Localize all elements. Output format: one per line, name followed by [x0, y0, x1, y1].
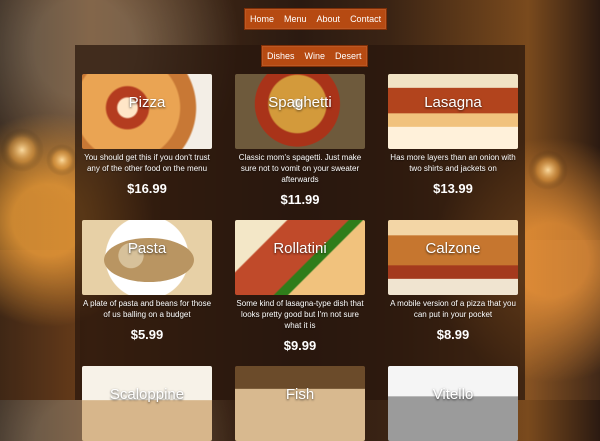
food-title: Rollatini — [273, 240, 327, 257]
food-image: Pasta — [82, 220, 212, 295]
food-price: $16.99 — [127, 181, 167, 196]
food-price: $8.99 — [436, 327, 470, 342]
food-image: Spaghetti — [235, 74, 365, 149]
food-image: Calzone — [388, 220, 518, 295]
subnav-dishes[interactable]: Dishes — [262, 46, 300, 66]
food-image: Pizza — [82, 74, 212, 149]
food-price: $13.99 — [433, 181, 473, 196]
pendant-light — [0, 128, 44, 172]
menu-item-pasta[interactable]: Pasta A plate of pasta and beans for tho… — [82, 220, 212, 342]
food-image: Scaloppine — [82, 366, 212, 441]
nav-about[interactable]: About — [312, 9, 346, 29]
food-title: Vitello — [432, 386, 474, 403]
warm-wall — [0, 250, 80, 400]
food-description: Classic mom's spagetti. Just make sure n… — [238, 153, 362, 184]
food-price: $11.99 — [280, 192, 320, 207]
menu-item-rollatini[interactable]: Rollatini Some kind of lasagna-type dish… — [235, 220, 365, 353]
subnav-wine[interactable]: Wine — [300, 46, 331, 66]
nav-menu[interactable]: Menu — [279, 9, 312, 29]
food-image: Vitello — [388, 366, 518, 441]
food-title: Lasagna — [424, 94, 482, 111]
nav-contact[interactable]: Contact — [345, 9, 386, 29]
pendant-light — [46, 144, 78, 176]
menu-item-spaghetti[interactable]: Spaghetti Classic mom's spagetti. Just m… — [235, 74, 365, 207]
food-image: Lasagna — [388, 74, 518, 149]
food-title: Fish — [285, 386, 315, 403]
menu-item-vitello[interactable]: Vitello — [388, 366, 518, 441]
nav-home[interactable]: Home — [245, 9, 279, 29]
food-title: Spaghetti — [268, 94, 332, 111]
top-navigation: Home Menu About Contact — [244, 8, 388, 30]
food-description: A plate of pasta and beans for those of … — [82, 299, 212, 319]
menu-item-lasagna[interactable]: Lasagna Has more layers than an onion wi… — [388, 74, 518, 196]
food-description: You should get this if you don't trust a… — [84, 153, 210, 173]
food-price: $9.99 — [283, 338, 317, 353]
food-image: Rollatini — [235, 220, 365, 295]
food-title: Pizza — [128, 94, 166, 111]
food-image: Fish — [235, 366, 365, 441]
warm-window — [520, 240, 600, 400]
food-price: $5.99 — [130, 327, 164, 342]
pendant-light — [528, 150, 568, 190]
food-title: Scaloppine — [109, 386, 185, 403]
menu-subnavigation: Dishes Wine Desert — [261, 45, 368, 67]
menu-item-scaloppine[interactable]: Scaloppine — [82, 366, 212, 441]
menu-item-calzone[interactable]: Calzone A mobile version of a pizza that… — [388, 220, 518, 342]
subnav-desert[interactable]: Desert — [330, 46, 367, 66]
food-description: Has more layers than an onion with two s… — [390, 153, 516, 173]
food-title: Calzone — [425, 240, 481, 257]
food-title: Pasta — [127, 240, 167, 257]
food-description: A mobile version of a pizza that you can… — [390, 299, 516, 319]
menu-item-fish[interactable]: Fish — [235, 366, 365, 441]
menu-item-pizza[interactable]: Pizza You should get this if you don't t… — [82, 74, 212, 196]
food-description: Some kind of lasagna-type dish that look… — [236, 299, 364, 330]
